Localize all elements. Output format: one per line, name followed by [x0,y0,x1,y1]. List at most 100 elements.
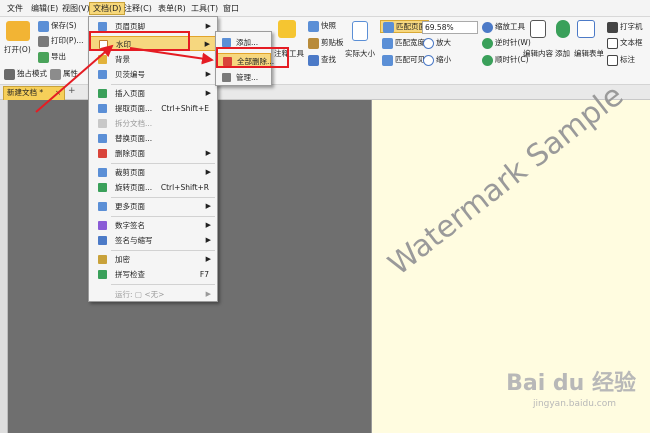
menu-separator [111,197,215,198]
navigation-panel-strip[interactable] [0,100,8,433]
clipboard-button[interactable]: 剪贴板 [308,36,344,50]
menu-item-delete-pages[interactable]: 删除页面 ▶ [89,146,217,161]
properties-button[interactable]: 属性 [50,67,78,81]
snapshot-button[interactable]: 快照 [308,19,336,33]
menu-separator [111,163,215,164]
menu-item-sign-initials[interactable]: 签名与缩写 ▶ [89,233,217,248]
submenu-arrow-icon: ▶ [205,89,211,97]
run-action-label: 运行: ▢ <无> [115,290,165,299]
open-folder-icon[interactable] [6,21,30,41]
menu-separator [111,284,215,285]
zoom-in-icon [423,37,434,49]
submenu-arrow-icon: ▶ [205,70,211,78]
menu-window[interactable]: 窗口 [220,2,242,15]
manage-icon [222,73,231,82]
submenu-arrow-icon: ▶ [205,149,211,157]
fit-visible-button[interactable]: 匹配可见 [382,53,425,67]
encrypt-label: 加密 [115,255,130,264]
zoom-select[interactable]: 69.58% [422,21,478,34]
menu-item-insert-page[interactable]: 插入页面 ▶ [89,86,217,101]
digital-signature-label: 数字签名 [115,221,145,230]
menu-document[interactable]: 文档(D) [89,2,126,15]
menu-item-more-pages[interactable]: 更多页面 ▶ [89,199,217,214]
more-pages-label: 更多页面 [115,202,145,211]
close-tab-icon[interactable]: × [55,87,61,99]
single-mode-icon [4,68,15,80]
menu-item-spell-check[interactable]: 拼写检查 F7 [89,267,217,282]
menu-item-encrypt[interactable]: 加密 ▶ [89,252,217,267]
typewriter-icon [607,21,618,33]
annotate-tool-icon[interactable] [278,20,296,38]
callout-button[interactable]: 标注 [607,53,635,67]
rotate-cw-button[interactable]: 顺时针(C) [482,53,529,67]
menu-file[interactable]: 文件 [4,2,26,15]
tab-new-document[interactable]: 新建文档 * × [3,86,65,100]
submenu-arrow-icon: ▶ [205,202,211,210]
replace-pages-label: 替换页面... [115,134,153,143]
edit-content-icon[interactable] [530,20,546,38]
menu-item-replace-pages[interactable]: 替换页面... [89,131,217,146]
callout-label: 标注 [620,55,635,64]
zoom-tool-button[interactable]: 缩放工具 [482,20,525,34]
snapshot-label: 快照 [321,21,336,30]
export-button[interactable]: 导出 [38,50,66,64]
menu-item-rotate-pages[interactable]: 旋转页面... Ctrl+Shift+R [89,180,217,195]
fit-width-button[interactable]: 匹配宽度 [382,36,425,50]
replace-pages-icon [98,134,107,143]
delete-pages-label: 删除页面 [115,149,145,158]
submenu-item-manage[interactable]: 管理... [216,70,271,85]
save-icon [38,20,49,32]
find-button[interactable]: 查找 [308,53,336,67]
digital-signature-icon [98,221,107,230]
menu-item-digital-signature[interactable]: 数字签名 ▶ [89,218,217,233]
actual-size-button[interactable]: 实际大小 [345,47,375,61]
background-label: 背景 [115,55,130,64]
insert-page-label: 插入页面 [115,89,145,98]
single-mode-label: 独占模式 [17,69,47,78]
tab-label: 新建文档 * [7,88,44,97]
split-document-label: 拆分文档... [115,119,153,128]
menu-item-crop-pages[interactable]: 裁剪页面 ▶ [89,165,217,180]
zoom-out-button[interactable]: 缩小 [423,53,451,67]
menu-item-bates-numbering[interactable]: 贝茨编号 ▶ [89,67,217,82]
submenu-arrow-icon: ▶ [205,255,211,263]
menu-item-extract-pages[interactable]: 提取页面... Ctrl+Shift+E [89,101,217,116]
add-button[interactable]: 添加 [555,47,570,61]
fit-visible-icon [382,54,393,66]
rotate-ccw-icon [482,37,493,49]
actual-size-icon[interactable] [352,21,368,41]
add-icon[interactable] [556,20,570,38]
menu-bar: 文件 编辑(E) 视图(V) 文档(D) 注释(C) 表单(R) 工具(T) 窗… [0,0,650,17]
menu-edit[interactable]: 编辑(E) [28,2,61,15]
edit-form-button[interactable]: 编辑表单 [574,47,604,61]
find-label: 查找 [321,55,336,64]
zoom-in-button[interactable]: 放大 [423,36,451,50]
edit-form-icon[interactable] [577,20,595,38]
sign-initials-label: 签名与缩写 [115,236,153,245]
rotate-pages-icon [98,183,107,192]
menu-item-background[interactable]: 背景 ▶ [89,52,217,67]
crop-pages-icon [98,168,107,177]
textbox-button[interactable]: 文本框 [607,36,643,50]
fit-width-icon [382,37,393,49]
properties-label: 属性 [63,69,78,78]
menu-separator [111,250,215,251]
menu-view[interactable]: 视图(V) [59,2,93,15]
menu-comment[interactable]: 注释(C) [121,2,155,15]
zoom-tool-icon [482,21,493,33]
menu-item-split-document[interactable]: 拆分文档... [89,116,217,131]
shortcut-text: Ctrl+Shift+R [160,183,209,192]
fit-visible-label: 匹配可见 [395,55,425,64]
edit-content-button[interactable]: 编辑内容 [523,47,553,61]
fit-page-icon [383,21,394,33]
single-mode-button[interactable]: 独占模式 [4,67,47,81]
open-button[interactable]: 打开(O) [4,43,31,57]
print-button[interactable]: 打印(P)... [38,34,84,48]
typewriter-button[interactable]: 打字机 [607,20,643,34]
menu-form[interactable]: 表单(R) [155,2,189,15]
menu-tools[interactable]: 工具(T) [188,2,221,15]
zoom-tool-label: 缩放工具 [495,22,525,31]
save-button[interactable]: 保存(S) [38,19,77,33]
menu-item-run-action[interactable]: 运行: ▢ <无> ▶ [89,287,217,302]
new-tab-icon[interactable]: + [68,86,76,96]
